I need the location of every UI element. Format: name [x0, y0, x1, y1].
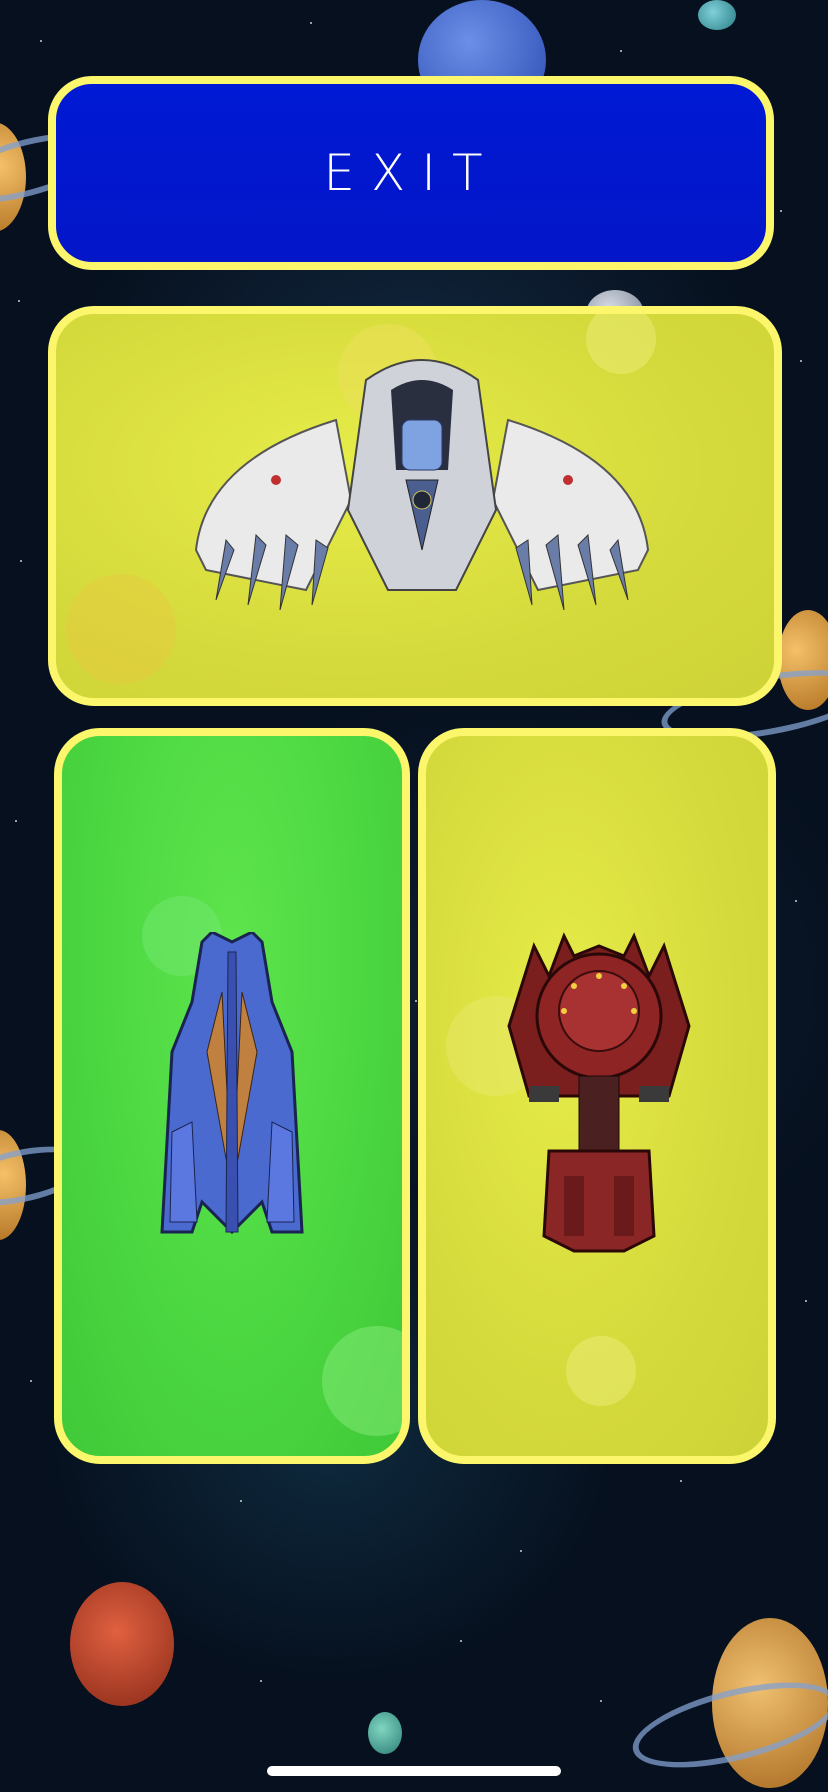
- ship-card-blue-cruiser[interactable]: [54, 728, 410, 1464]
- teal-planet: [368, 1712, 402, 1754]
- exit-button[interactable]: EXIT: [48, 76, 774, 270]
- top-right-planet: [698, 0, 736, 30]
- card-bg-planet: [566, 1336, 636, 1406]
- blue-cruiser-ship-icon: [160, 932, 304, 1235]
- card-bg-planet: [66, 574, 176, 684]
- red-orb-ship-icon: [507, 932, 691, 1253]
- white-fighter-ship-icon: [194, 359, 650, 610]
- card-bg-planet: [322, 1326, 402, 1436]
- exit-label: EXIT: [323, 144, 499, 202]
- ship-card-red-orb[interactable]: [418, 728, 776, 1464]
- ship-card-white-fighter[interactable]: [48, 306, 782, 706]
- home-indicator[interactable]: [267, 1766, 561, 1776]
- mars-planet: [70, 1582, 174, 1706]
